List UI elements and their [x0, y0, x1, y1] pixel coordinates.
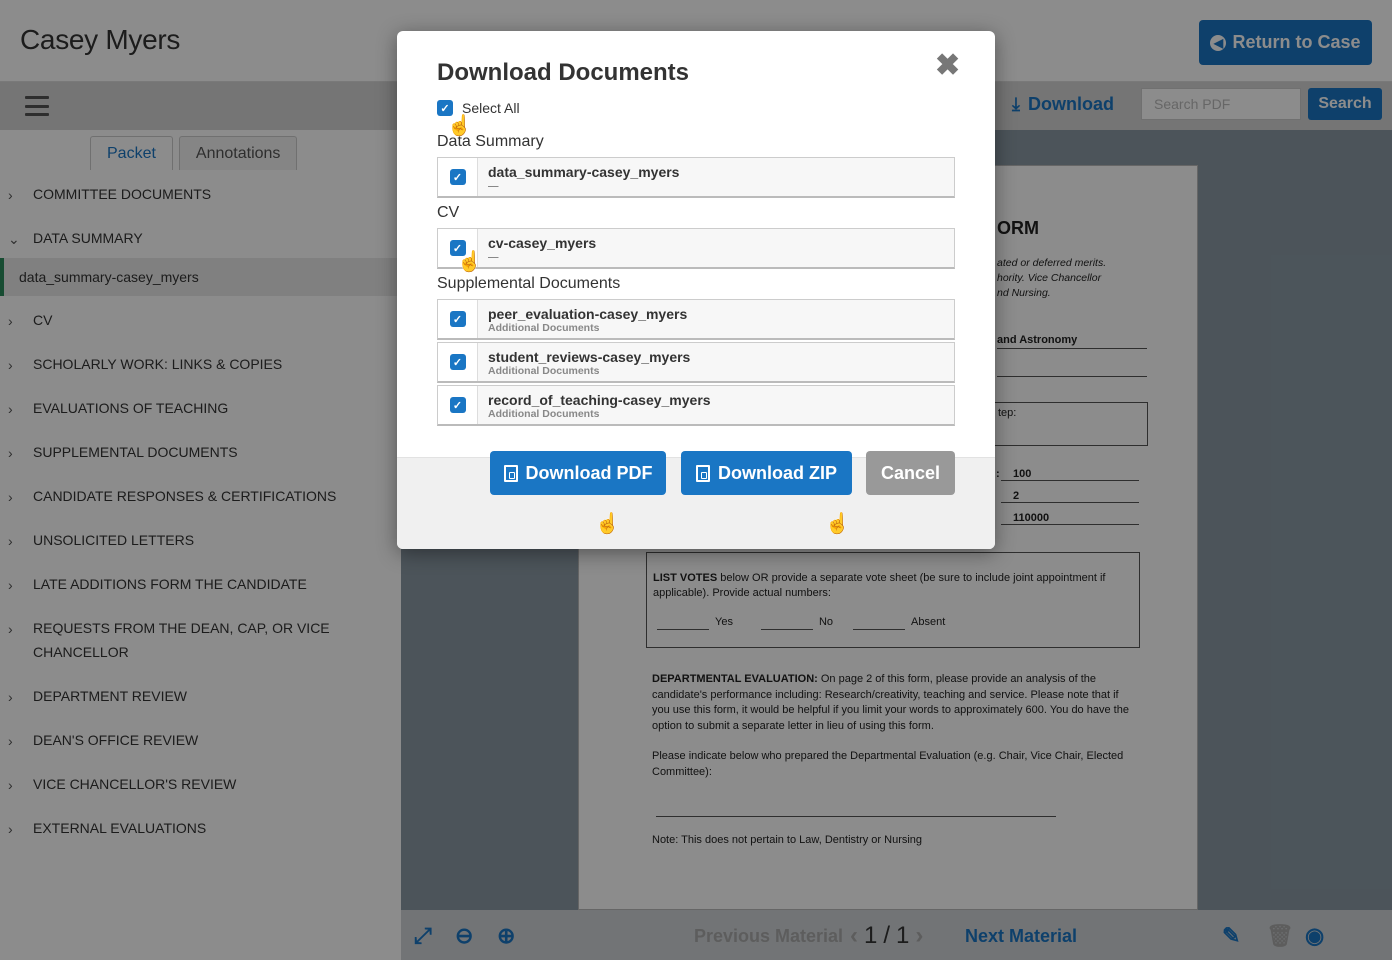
checkbox-checked-icon[interactable]: ✓	[449, 311, 466, 327]
document-name: student_reviews-casey_myers	[488, 349, 691, 365]
checkbox-checked-icon[interactable]: ✓	[437, 100, 453, 116]
section-heading-cv: CV	[437, 204, 460, 221]
close-icon[interactable]: ✖	[935, 51, 960, 81]
document-name: data_summary-casey_myers	[488, 164, 680, 180]
modal-title: Download Documents	[437, 59, 690, 86]
document-category: —	[488, 180, 499, 192]
checkbox-checked-icon[interactable]: ✓	[449, 169, 466, 185]
document-row[interactable]: ✓ record_of_teaching-casey_myers Additio…	[437, 385, 955, 426]
file-zip-icon	[696, 464, 710, 482]
document-name: record_of_teaching-casey_myers	[488, 392, 711, 408]
document-row[interactable]: ✓ cv-casey_myers —	[437, 228, 955, 269]
document-row[interactable]: ✓ student_reviews-casey_myers Additional…	[437, 342, 955, 383]
download-zip-label: Download ZIP	[718, 462, 837, 483]
document-name: cv-casey_myers	[488, 235, 597, 251]
hand-cursor-icon: ☝	[457, 251, 482, 273]
checkbox-checked-icon[interactable]: ✓	[449, 354, 466, 370]
checkbox-checked-icon[interactable]: ✓	[449, 397, 466, 413]
download-pdf-label: Download PDF	[525, 462, 653, 483]
hand-cursor-icon: ☝	[825, 513, 850, 535]
download-zip-button[interactable]: Download ZIP	[681, 451, 852, 495]
document-category: Additional Documents	[488, 322, 600, 334]
select-all-label: Select All	[462, 100, 520, 116]
cancel-button[interactable]: Cancel	[866, 451, 955, 495]
download-pdf-button[interactable]: Download PDF	[490, 451, 666, 495]
document-name: peer_evaluation-casey_myers	[488, 306, 688, 322]
hand-cursor-icon: ☝	[447, 115, 472, 137]
document-row[interactable]: ✓ peer_evaluation-casey_myers Additional…	[437, 299, 955, 340]
file-pdf-icon	[503, 464, 518, 482]
section-heading-supplemental: Supplemental Documents	[437, 275, 621, 292]
document-category: Additional Documents	[488, 365, 600, 377]
select-all-checkbox[interactable]: ✓ Select All	[437, 100, 520, 116]
hand-cursor-icon: ☝	[595, 513, 620, 535]
document-category: —	[488, 251, 499, 263]
document-category: Additional Documents	[488, 408, 600, 420]
document-row[interactable]: ✓ data_summary-casey_myers —	[437, 157, 955, 198]
